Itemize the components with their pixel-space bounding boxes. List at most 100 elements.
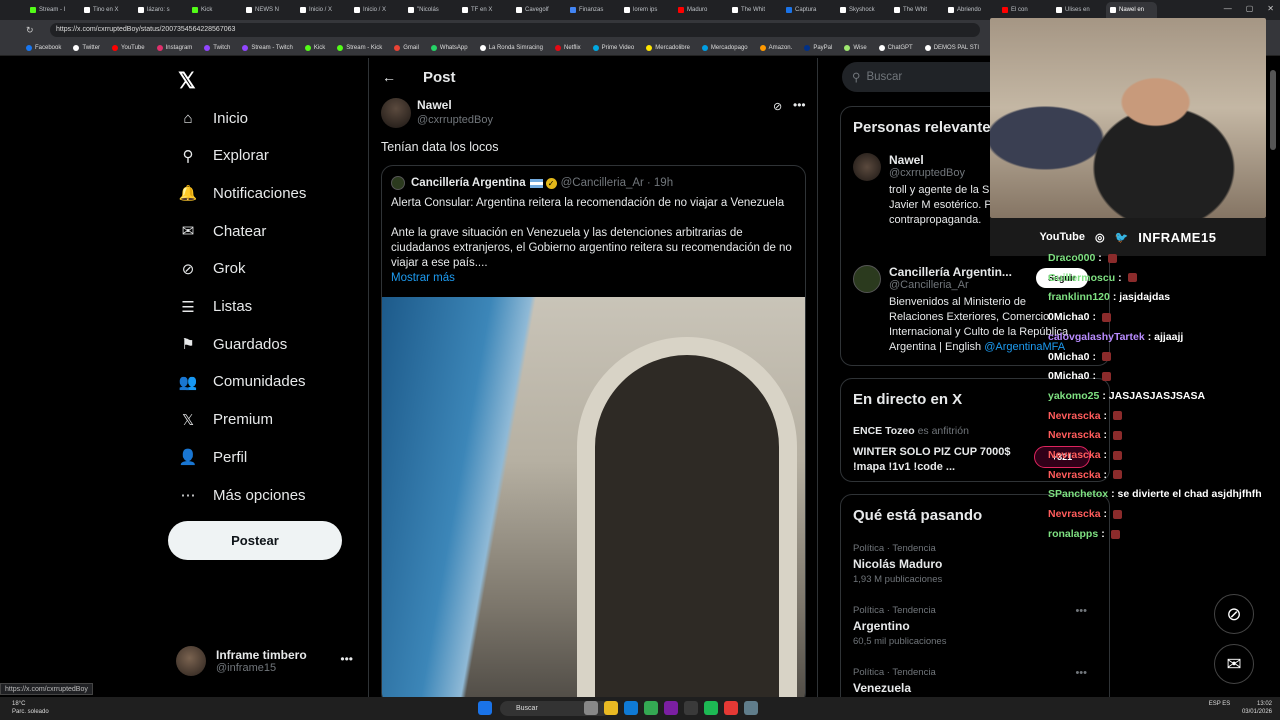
bookmark-item[interactable]: Facebook bbox=[26, 44, 61, 51]
bookmark-item[interactable]: Wise bbox=[844, 44, 867, 51]
nav-item-guardados[interactable]: ⚑ Guardados bbox=[178, 334, 287, 354]
nav-item-perfil[interactable]: 👤 Perfil bbox=[178, 447, 248, 467]
author-handle[interactable]: @cxrruptedBoy bbox=[417, 114, 493, 126]
maximize-icon[interactable]: ▢ bbox=[1246, 4, 1254, 13]
spotify-icon[interactable] bbox=[704, 701, 718, 715]
more-icon[interactable]: ••• bbox=[1075, 605, 1087, 617]
browser-tab[interactable]: The Whit bbox=[728, 2, 779, 18]
bookmark-item[interactable]: Mercadolibre bbox=[646, 44, 690, 51]
chat-message: Draco000: bbox=[1048, 252, 1117, 264]
nav-item-premium[interactable]: 𝕏 Premium bbox=[178, 410, 273, 430]
browser-tab[interactable]: Maduro bbox=[674, 2, 725, 18]
discord-icon[interactable] bbox=[664, 701, 678, 715]
nav-item-grok[interactable]: ⊘ Grok bbox=[178, 259, 246, 279]
bookmark-item[interactable]: Twitch bbox=[204, 44, 230, 51]
bookmark-item[interactable]: Netflix bbox=[554, 44, 581, 51]
browser-tab[interactable]: El con bbox=[998, 2, 1049, 18]
quote-image[interactable] bbox=[382, 297, 805, 698]
bookmark-item[interactable]: Twitter bbox=[73, 44, 100, 51]
bookmark-item[interactable]: YouTube bbox=[112, 44, 145, 51]
account-switcher[interactable]: Inframe timbero @inframe15 ••• bbox=[176, 643, 361, 679]
minimize-icon[interactable]: — bbox=[1224, 4, 1232, 13]
post-author[interactable]: Nawel @cxrruptedBoy bbox=[381, 98, 493, 128]
task-view-icon[interactable] bbox=[584, 701, 598, 715]
chrome-icon[interactable] bbox=[644, 701, 658, 715]
bookmark-item[interactable]: Instagram bbox=[156, 44, 192, 51]
browser-tab[interactable]: Abriendo bbox=[944, 2, 995, 18]
nav-item-listas[interactable]: ☰ Listas bbox=[178, 297, 252, 317]
bookmark-label: Mercadopago bbox=[710, 44, 748, 51]
post-header: ← Post bbox=[369, 58, 817, 96]
browser-tab[interactable]: Inicio / X bbox=[350, 2, 401, 18]
nav-item-notificaciones[interactable]: 🔔 Notificaciones bbox=[178, 183, 307, 203]
author-name[interactable]: Nawel bbox=[417, 98, 493, 112]
file-explorer-icon[interactable] bbox=[604, 701, 618, 715]
more-icon[interactable]: ••• bbox=[793, 98, 806, 112]
bookmark-item[interactable]: Stream - Kick bbox=[337, 44, 382, 51]
nav-item-comunidades[interactable]: 👥 Comunidades bbox=[178, 372, 306, 392]
trend-item[interactable]: Política · Tendencia Nicolás Maduro 1,93 M… bbox=[853, 543, 942, 585]
browser-tab[interactable]: The Whit bbox=[890, 2, 941, 18]
back-arrow-icon[interactable]: ← bbox=[369, 69, 409, 85]
more-icon[interactable]: ••• bbox=[340, 652, 353, 666]
bookmark-item[interactable]: Kick bbox=[304, 44, 325, 51]
grok-icon[interactable]: ⊘ bbox=[773, 100, 782, 113]
reload-icon[interactable]: ↻ bbox=[26, 25, 34, 36]
grok-fab-icon[interactable]: ⊘ bbox=[1214, 594, 1254, 634]
bookmark-item[interactable]: La Ronda Simracing bbox=[479, 44, 543, 51]
x-logo-icon[interactable]: 𝕏 bbox=[178, 68, 196, 94]
bookmark-item[interactable]: ChatGPT bbox=[878, 44, 913, 51]
trend-item[interactable]: Política · Tendencia Argentino 60,5 mil pu… bbox=[853, 605, 946, 647]
system-tray[interactable]: ESP ES 13:02 03/01/2026 bbox=[1209, 700, 1272, 716]
edge-icon[interactable] bbox=[624, 701, 638, 715]
browser-tab[interactable]: Skyshock bbox=[836, 2, 887, 18]
browser-tab[interactable]: Cavegolf bbox=[512, 2, 563, 18]
show-more-link[interactable]: Mostrar más bbox=[391, 272, 455, 284]
browser-tab[interactable]: TF en X bbox=[458, 2, 509, 18]
bookmark-item[interactable]: WhatsApp bbox=[430, 44, 468, 51]
live-host[interactable]: ENCE Tozeo es anfitrión bbox=[853, 425, 969, 437]
browser-tab[interactable]: lázaro: s bbox=[134, 2, 185, 18]
bookmark-item[interactable]: Mercadopago bbox=[701, 44, 748, 51]
live-stream-title[interactable]: WINTER SOLO PIZ CUP 7000$ !mapa !1v1 !co… bbox=[853, 445, 1023, 475]
browser-tab[interactable]: Finanzas bbox=[566, 2, 617, 18]
browser-tab[interactable]: lorem ips bbox=[620, 2, 671, 18]
browser-tab[interactable]: Kick bbox=[188, 2, 239, 18]
browser-tab[interactable]: Tino en X bbox=[80, 2, 131, 18]
browser-tab[interactable]: Ulises en bbox=[1052, 2, 1103, 18]
chat-message: Guillermoscu: bbox=[1048, 272, 1137, 284]
settings-icon[interactable] bbox=[744, 701, 758, 715]
nav-item-chatear[interactable]: ✉ Chatear bbox=[178, 221, 267, 241]
bookmark-item[interactable]: Stream - Twitch bbox=[242, 44, 293, 51]
more-icon[interactable]: ••• bbox=[1075, 667, 1087, 679]
post-button[interactable]: Postear bbox=[168, 521, 342, 560]
weather-widget[interactable]: 18°C Parc. soleado bbox=[12, 700, 49, 716]
nav-item-explorar[interactable]: ⚲ Explorar bbox=[178, 146, 269, 166]
browser-tab[interactable]: Stream - I bbox=[26, 2, 77, 18]
bookmark-item[interactable]: PayPal bbox=[804, 44, 832, 51]
browser-tab[interactable]: Nawel en bbox=[1106, 2, 1157, 18]
bookmark-item[interactable]: DEMOS PAL STI bbox=[924, 44, 979, 51]
browser-tab[interactable]: NEWS N bbox=[242, 2, 293, 18]
close-icon[interactable]: ✕ bbox=[1267, 4, 1274, 13]
bookmark-item[interactable]: Prime Video bbox=[592, 44, 634, 51]
start-icon[interactable] bbox=[478, 701, 492, 715]
messages-fab-icon[interactable]: ✉ bbox=[1214, 644, 1254, 684]
nav-item-más-opciones[interactable]: ⋯ Más opciones bbox=[178, 485, 306, 505]
quoted-post[interactable]: Cancillería Argentina ✓ @Cancilleria_Ar … bbox=[381, 165, 806, 698]
trend-item[interactable]: Política · Tendencia Venezuela bbox=[853, 667, 936, 698]
obs-icon[interactable] bbox=[724, 701, 738, 715]
author-avatar[interactable] bbox=[381, 98, 411, 128]
browser-tab[interactable]: "Nicolás bbox=[404, 2, 455, 18]
steam-icon[interactable] bbox=[684, 701, 698, 715]
bookmark-item[interactable]: Amazon. bbox=[759, 44, 792, 51]
browser-tab[interactable]: Captura bbox=[782, 2, 833, 18]
bookmark-favicon-icon bbox=[701, 44, 708, 51]
bookmark-item[interactable]: Gmail bbox=[394, 44, 419, 51]
chat-username: Nevrascka bbox=[1048, 508, 1101, 521]
scrollbar[interactable] bbox=[1270, 70, 1276, 150]
tab-label: Ulises en bbox=[1065, 7, 1090, 13]
nav-item-inicio[interactable]: ⌂ Inicio bbox=[178, 108, 248, 128]
browser-tab[interactable]: Inicio / X bbox=[296, 2, 347, 18]
url-field[interactable]: https://x.com/cxrruptedBoy/status/200735… bbox=[50, 23, 980, 37]
